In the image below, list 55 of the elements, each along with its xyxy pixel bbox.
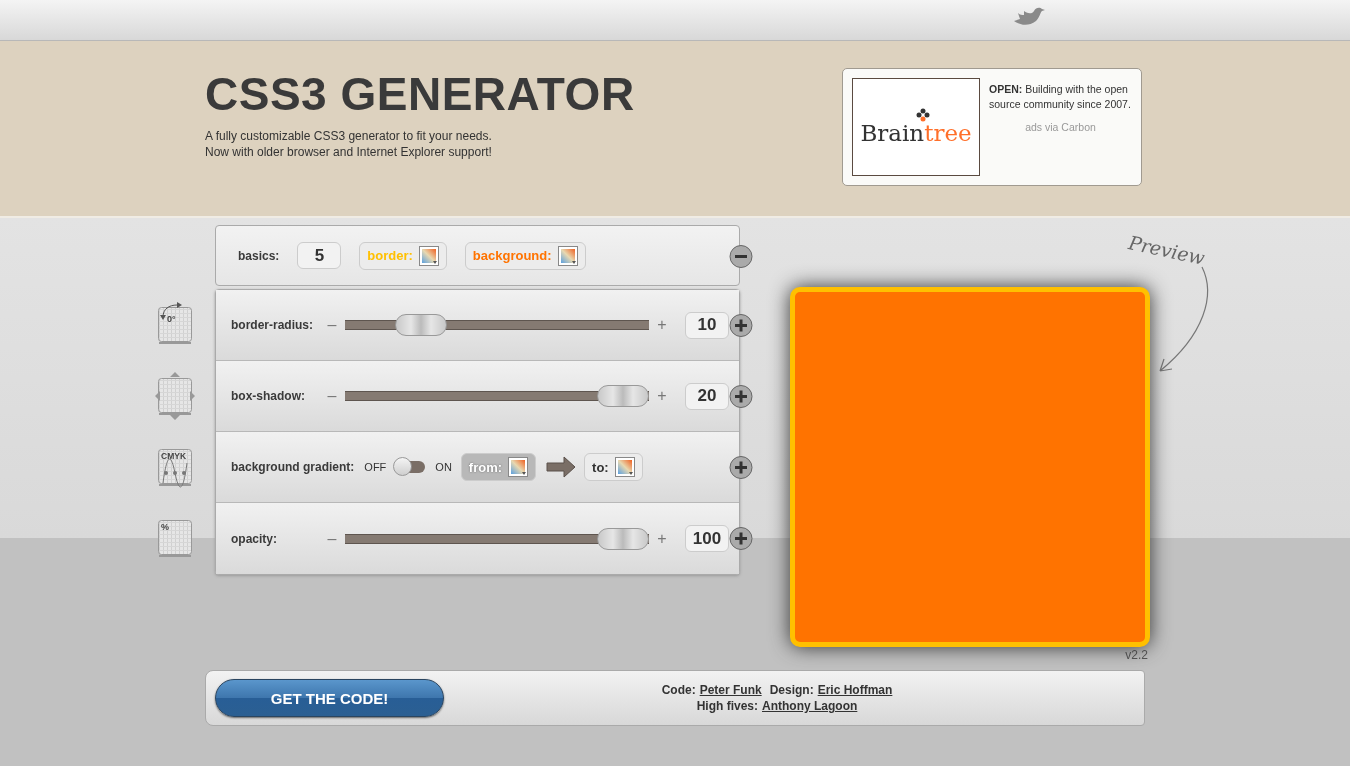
on-label: ON (435, 461, 452, 473)
setting-label: opacity: (231, 531, 278, 546)
value-field[interactable]: 10 (685, 311, 729, 339)
credit-label: High fives: (696, 698, 758, 714)
plus-sign[interactable]: + (655, 387, 669, 405)
slider-thumb[interactable] (597, 527, 649, 550)
to-label: to: (592, 459, 609, 475)
expand-icon[interactable] (729, 384, 753, 409)
minus-sign[interactable]: – (325, 529, 339, 548)
credit-label: Code: (661, 682, 696, 698)
border-label: border: (367, 248, 413, 263)
version-label: v2.2 (1125, 648, 1148, 662)
get-code-button[interactable]: GET THE CODE! (215, 679, 444, 717)
minus-sign[interactable]: – (325, 387, 339, 405)
tile-label: CMYK (161, 450, 187, 461)
value-field[interactable]: 5 (297, 242, 342, 269)
color-picker-icon[interactable] (614, 457, 635, 477)
tagline: A fully customizable CSS3 generator to fit your needs. (205, 128, 493, 144)
color-picker-icon[interactable] (418, 245, 439, 266)
background-label: background: (472, 248, 552, 263)
ad-logo-text: Braintree (860, 120, 972, 146)
page-title: CSS3 GENERATOR (205, 68, 635, 120)
value-field[interactable]: 100 (685, 525, 729, 552)
value-field[interactable]: 20 (685, 382, 729, 410)
ad-logo[interactable]: Braintree (852, 78, 980, 176)
basics-label: basics: (238, 248, 280, 263)
ad-text[interactable]: OPEN: Building with the open source community since 2007. (989, 82, 1132, 112)
credit-label: Design: (769, 682, 814, 698)
minus-sign[interactable]: – (325, 316, 339, 334)
setting-tile-icon (155, 371, 195, 420)
tile-label: 0° (167, 313, 176, 324)
tagline: Now with older browser and Internet Explorer support! (205, 144, 493, 160)
dots-icon (916, 108, 930, 122)
off-label: OFF (364, 461, 387, 473)
plus-sign[interactable]: + (655, 316, 669, 334)
preview-label: Preview (1126, 231, 1207, 269)
setting-label: border-radius: (231, 318, 314, 332)
expand-icon[interactable] (729, 526, 753, 551)
color-picker[interactable]: to: (584, 453, 643, 481)
from-label: from: (468, 459, 503, 475)
credit-link[interactable]: Eric Hoffman (817, 682, 893, 698)
plus-sign[interactable]: + (655, 529, 669, 548)
expand-icon[interactable] (729, 313, 753, 338)
slider-thumb[interactable] (395, 314, 448, 336)
collapse-icon[interactable] (729, 244, 753, 269)
setting-label: background gradient: (231, 460, 355, 474)
expand-icon[interactable] (729, 455, 753, 480)
slider-thumb[interactable] (597, 385, 649, 407)
color-picker-icon[interactable] (508, 457, 529, 477)
credit-link[interactable]: Peter Funk (699, 682, 762, 698)
tile-label: % (161, 521, 169, 532)
arrow-icon (546, 456, 577, 478)
setting-label: box-shadow: (231, 389, 306, 403)
color-picker-icon[interactable] (557, 245, 578, 266)
credit-link[interactable]: Anthony Lagoon (762, 698, 858, 714)
